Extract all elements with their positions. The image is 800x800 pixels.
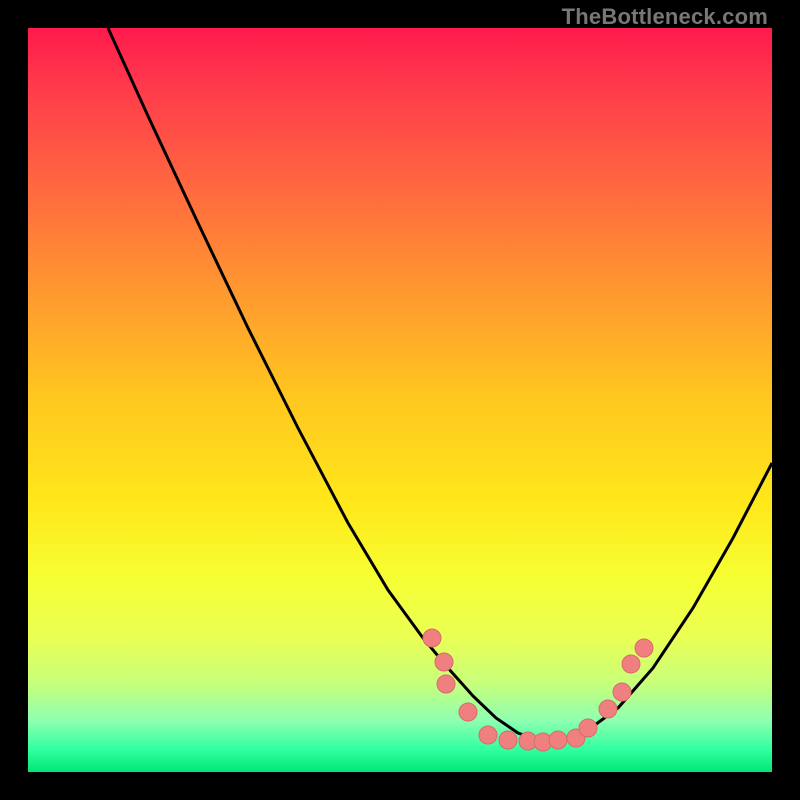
curve-dot [437, 675, 455, 693]
watermark-text: TheBottleneck.com [562, 4, 768, 30]
curve-dot [423, 629, 441, 647]
curve-dot [479, 726, 497, 744]
curve-dot [635, 639, 653, 657]
chart-frame [28, 28, 772, 772]
curve-dot [599, 700, 617, 718]
curve-dot [499, 731, 517, 749]
curve-dot [435, 653, 453, 671]
curve-dot [613, 683, 631, 701]
curve-dot [579, 719, 597, 737]
curve-dot [622, 655, 640, 673]
curve-dot [459, 703, 477, 721]
curve-dot [549, 731, 567, 749]
chart-svg [28, 28, 772, 772]
curve-dots [423, 629, 653, 751]
